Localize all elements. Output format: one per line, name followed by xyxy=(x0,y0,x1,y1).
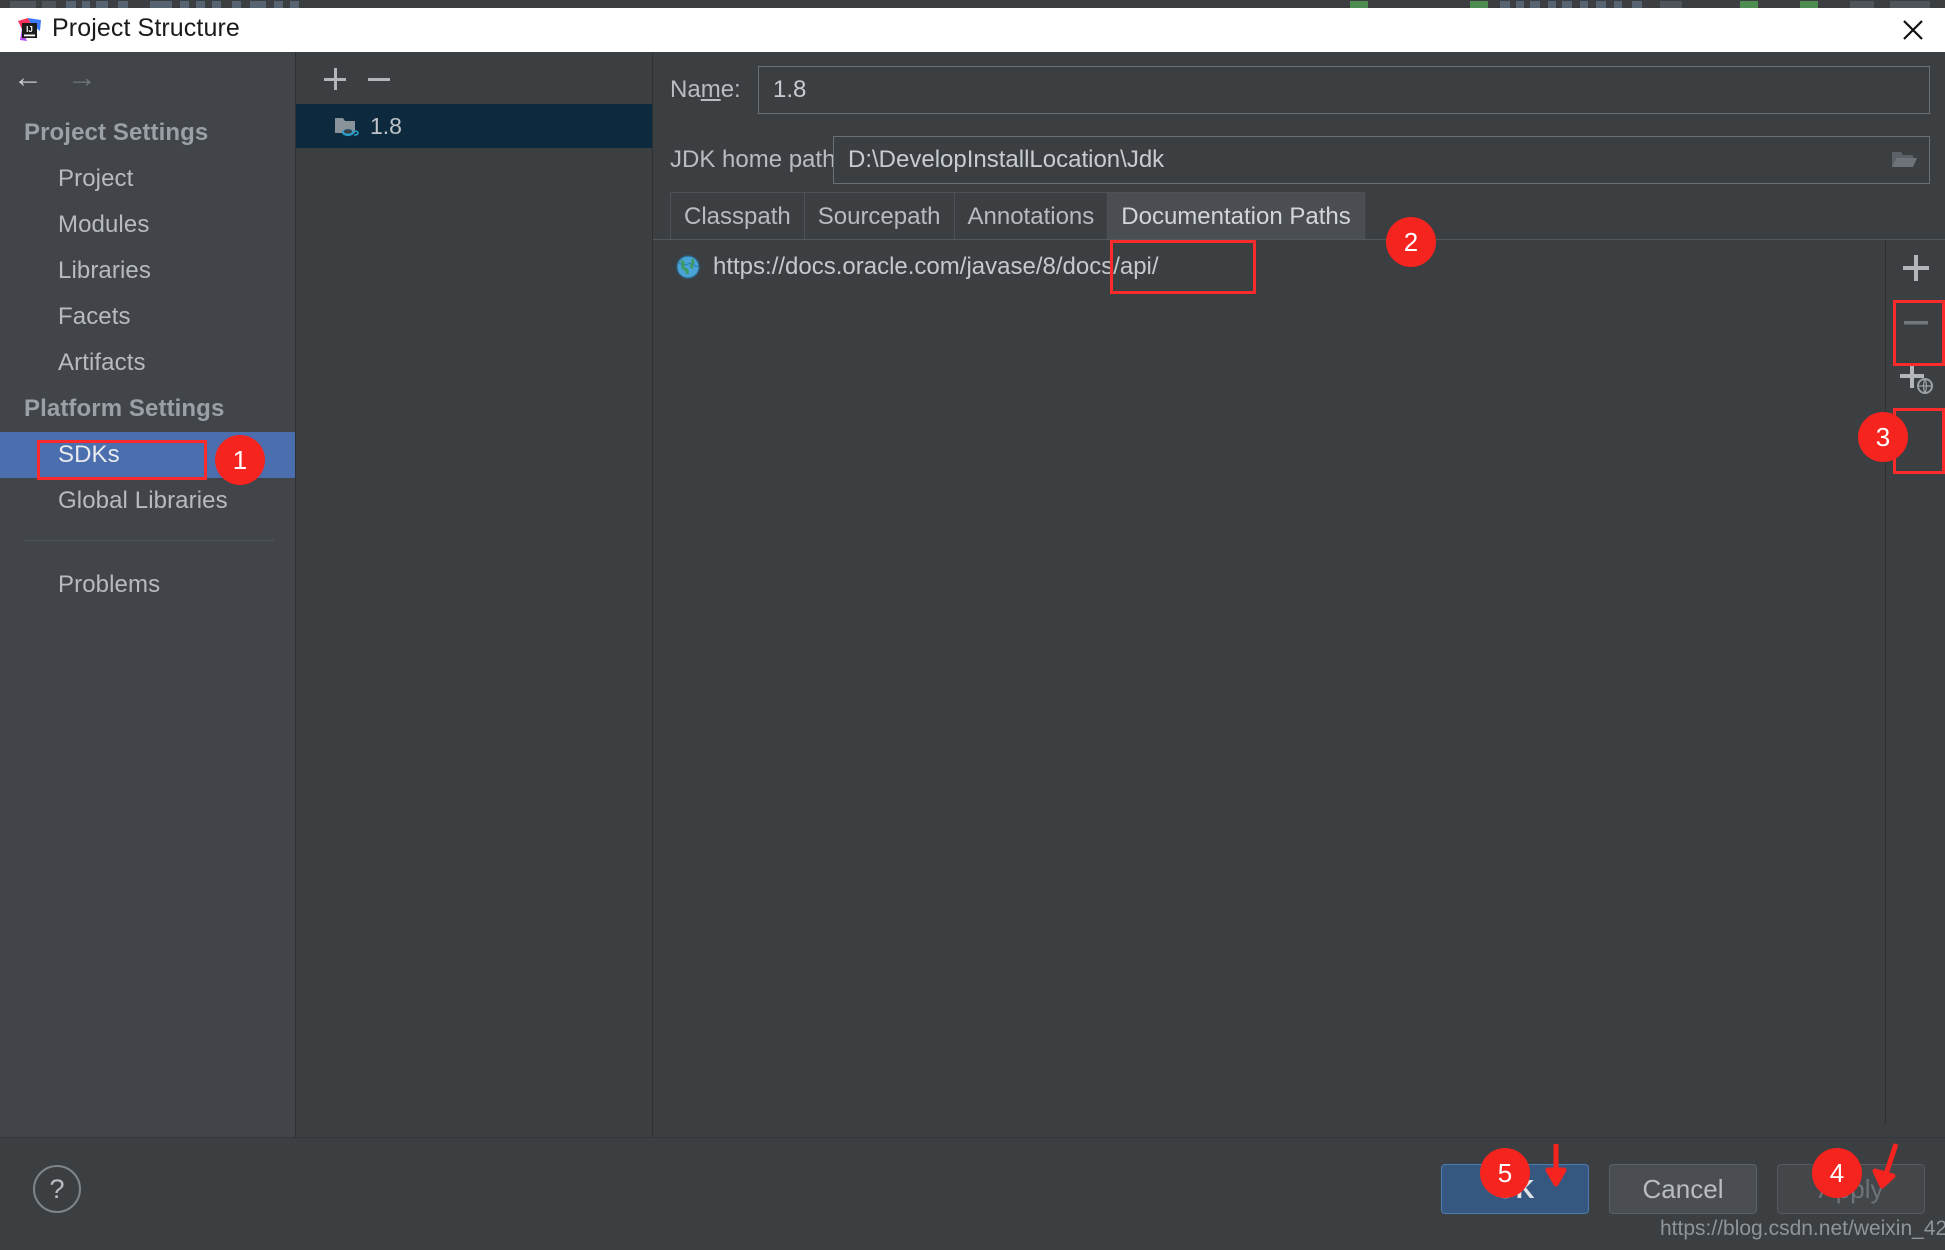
sidebar-item-libraries[interactable]: Libraries xyxy=(0,248,295,294)
tab-classpath[interactable]: Classpath xyxy=(670,192,805,240)
ok-button[interactable]: OK xyxy=(1441,1164,1589,1214)
plus-icon xyxy=(1899,251,1933,285)
jdk-home-path-label: JDK home path: xyxy=(670,146,842,174)
tab-annotations[interactable]: Annotations xyxy=(954,192,1109,240)
remove-sdk-button[interactable] xyxy=(360,60,398,98)
name-label: Name: xyxy=(670,76,741,104)
sidebar-item-problems[interactable]: Problems xyxy=(0,562,295,608)
sidebar-item-sdks[interactable]: SDKs xyxy=(0,432,295,478)
remove-path-button[interactable] xyxy=(1890,296,1942,348)
help-button[interactable]: ? xyxy=(33,1165,81,1213)
sdk-list-panel: 1.8 xyxy=(296,52,653,1137)
cancel-button[interactable]: Cancel xyxy=(1609,1164,1757,1214)
jdk-home-path-value: D:\DevelopInstallLocation\Jdk xyxy=(848,146,1164,174)
plus-globe-icon xyxy=(1898,361,1934,395)
globe-icon xyxy=(675,254,701,280)
svg-text:IJ: IJ xyxy=(26,25,33,34)
detail-tabs: Classpath Sourcepath Annotations Documen… xyxy=(670,192,1364,240)
arrow-right-icon[interactable]: → xyxy=(60,58,104,98)
paths-action-rail xyxy=(1886,240,1945,1124)
arrow-left-icon[interactable]: ← xyxy=(6,58,50,98)
add-path-button[interactable] xyxy=(1890,242,1942,294)
sidebar-item-artifacts[interactable]: Artifacts xyxy=(0,340,295,386)
sidebar-item-modules[interactable]: Modules xyxy=(0,202,295,248)
specify-url-button[interactable] xyxy=(1890,352,1942,404)
tab-documentation-paths[interactable]: Documentation Paths xyxy=(1107,192,1364,240)
sidebar-item-global-libraries[interactable]: Global Libraries xyxy=(0,478,295,524)
jdk-home-path-input[interactable]: D:\DevelopInstallLocation\Jdk xyxy=(833,136,1930,184)
jdk-folder-icon xyxy=(334,115,360,137)
sdk-detail-panel: Name: 1.8 JDK home path: D:\DevelopInsta… xyxy=(653,52,1945,1137)
sidebar-group-project-settings: Project Settings xyxy=(0,110,295,156)
sidebar-group-platform-settings: Platform Settings xyxy=(0,386,295,432)
close-icon[interactable] xyxy=(1881,8,1945,52)
tab-sourcepath[interactable]: Sourcepath xyxy=(804,192,955,240)
dialog-body: ← → Project Settings Project Modules Lib… xyxy=(0,52,1945,1249)
add-sdk-button[interactable] xyxy=(316,60,354,98)
list-item-url: https://docs.oracle.com/javase/8/docs/ap… xyxy=(713,253,1159,281)
sdk-list-toolbar xyxy=(296,52,652,104)
sidebar-item-project[interactable]: Project xyxy=(0,156,295,202)
apply-button[interactable]: Apply xyxy=(1777,1164,1925,1214)
list-item[interactable]: https://docs.oracle.com/javase/8/docs/ap… xyxy=(653,246,1885,288)
list-item[interactable]: 1.8 xyxy=(296,104,652,148)
dialog-footer: ? OK Cancel Apply xyxy=(0,1137,1945,1250)
project-structure-dialog: IJ Project Structure ← → Project Setting… xyxy=(0,0,1945,1249)
title-bar: IJ Project Structure xyxy=(0,8,1945,53)
page-title: Project Structure xyxy=(52,14,240,43)
nav-arrows: ← → xyxy=(0,56,295,102)
minus-icon xyxy=(1899,305,1933,339)
list-item-label: 1.8 xyxy=(370,113,402,140)
sidebar-item-facets[interactable]: Facets xyxy=(0,294,295,340)
intellij-idea-logo-icon: IJ xyxy=(17,17,43,43)
folder-open-icon[interactable] xyxy=(1880,138,1928,182)
sidebar-divider xyxy=(24,540,274,541)
name-input[interactable]: 1.8 xyxy=(758,66,1930,114)
documentation-paths-list: https://docs.oracle.com/javase/8/docs/ap… xyxy=(653,240,1886,1124)
settings-sidebar: ← → Project Settings Project Modules Lib… xyxy=(0,52,296,1137)
name-input-value: 1.8 xyxy=(773,76,806,104)
